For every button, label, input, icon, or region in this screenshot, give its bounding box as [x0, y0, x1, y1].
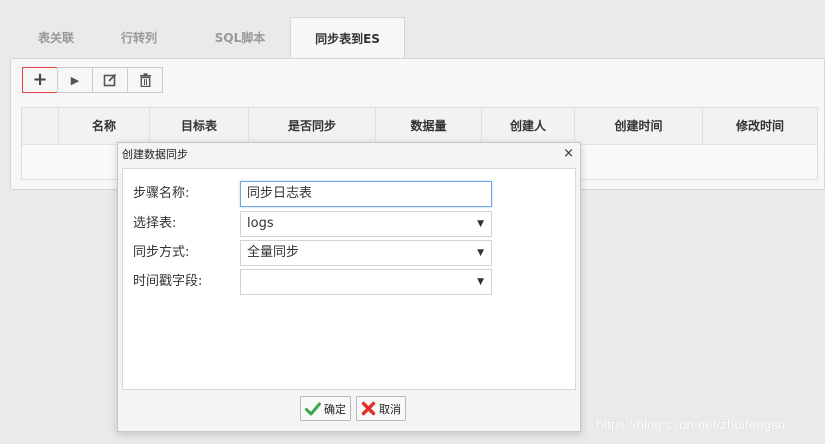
timestamp-field-select[interactable]: ▼	[240, 269, 492, 295]
dialog-form: 步骤名称: 同步日志表 选择表: logs ▼ 同步方式: 全量同步 ▼ 时间戳…	[122, 168, 576, 390]
step-name-row: 步骤名称: 同步日志表	[133, 181, 573, 207]
create-sync-dialog: 创建数据同步 × 步骤名称: 同步日志表 选择表: logs ▼ 同步方式: 全…	[117, 142, 581, 432]
tab-row-to-column[interactable]: 行转列	[105, 17, 173, 59]
sync-mode-value: 全量同步	[247, 245, 300, 260]
sync-mode-row: 同步方式: 全量同步 ▼	[133, 240, 573, 266]
table-select-value: logs	[247, 216, 274, 231]
table-header-data-volume[interactable]: 数据量	[375, 108, 481, 144]
table-header-creator[interactable]: 创建人	[481, 108, 574, 144]
delete-button[interactable]	[127, 67, 163, 93]
plus-icon: +	[32, 69, 48, 90]
edit-icon	[103, 73, 117, 87]
table-header-modified-time[interactable]: 修改时间	[702, 108, 817, 144]
toolbar: + ▶	[22, 67, 163, 93]
tab-sync-to-es[interactable]: 同步表到ES	[290, 17, 405, 60]
table-header-name[interactable]: 名称	[58, 108, 149, 144]
cancel-button-label: 取消	[379, 402, 401, 416]
tab-sql-script[interactable]: SQL脚本	[196, 17, 284, 59]
timestamp-field-row: 时间戳字段: ▼	[133, 269, 573, 295]
step-name-input[interactable]: 同步日志表	[240, 181, 492, 207]
chevron-down-icon: ▼	[477, 248, 484, 258]
step-name-label: 步骤名称:	[133, 186, 190, 201]
checkmark-icon	[305, 402, 321, 415]
sync-mode-label: 同步方式:	[133, 245, 190, 260]
run-button[interactable]: ▶	[57, 67, 93, 93]
timestamp-field-label: 时间戳字段:	[133, 274, 203, 289]
dialog-title: 创建数据同步	[118, 143, 580, 166]
table-header-is-synced[interactable]: 是否同步	[248, 108, 375, 144]
cross-icon	[361, 401, 376, 416]
table-header-created-time[interactable]: 创建时间	[574, 108, 702, 144]
confirm-button[interactable]: 确定	[300, 396, 351, 421]
chevron-down-icon: ▼	[477, 277, 484, 287]
chevron-down-icon: ▼	[477, 219, 484, 229]
sync-mode-select[interactable]: 全量同步 ▼	[240, 240, 492, 266]
table-select-row: 选择表: logs ▼	[133, 211, 573, 237]
table-header-target-table[interactable]: 目标表	[149, 108, 248, 144]
tab-bar: 表关联 行转列 SQL脚本 同步表到ES	[10, 17, 825, 60]
add-button[interactable]: +	[22, 67, 58, 93]
table-select[interactable]: logs ▼	[240, 211, 492, 237]
table-header-checkbox-column	[22, 108, 58, 144]
trash-icon	[139, 73, 151, 87]
table-header: 名称 目标表 是否同步 数据量 创建人 创建时间 修改时间	[22, 108, 817, 145]
table-select-label: 选择表:	[133, 216, 177, 231]
watermark-text: https://blog.csdn.net/zhuifengsn	[596, 417, 786, 432]
play-icon: ▶	[70, 73, 80, 87]
confirm-button-label: 确定	[324, 402, 346, 416]
cancel-button[interactable]: 取消	[356, 396, 406, 421]
dialog-footer: 确定 取消	[122, 391, 576, 427]
tab-table-join[interactable]: 表关联	[24, 17, 88, 59]
edit-button[interactable]	[92, 67, 128, 93]
close-icon[interactable]: ×	[563, 146, 574, 162]
